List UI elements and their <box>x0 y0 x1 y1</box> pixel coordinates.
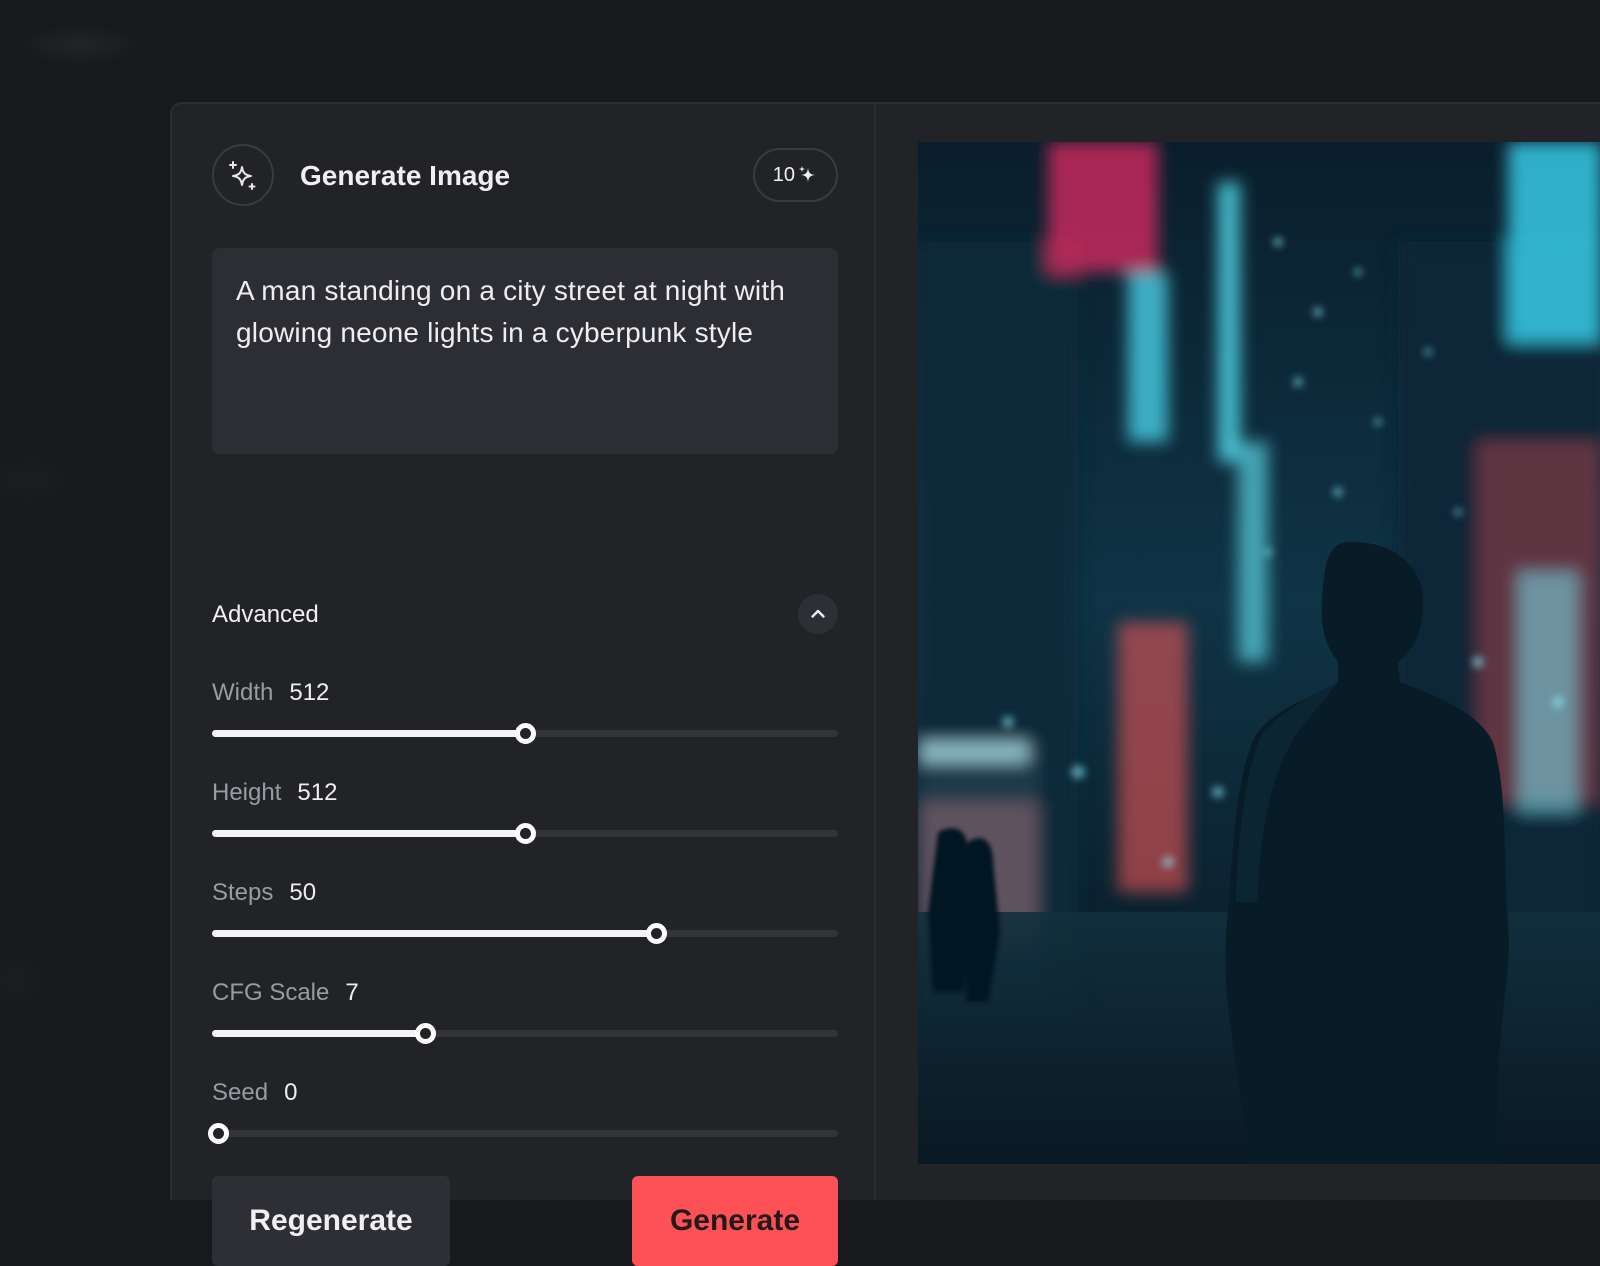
collapse-button[interactable] <box>798 594 838 634</box>
slider-thumb[interactable] <box>515 823 536 844</box>
slider-value: 7 <box>345 979 359 1006</box>
advanced-label: Advanced <box>212 601 319 628</box>
slider-cfg-scale: CFG Scale 7 <box>212 979 838 1049</box>
slider-fill <box>212 930 657 937</box>
slider-label: CFG Scale <box>212 979 330 1006</box>
panel-header: Generate Image 10 <box>212 144 838 208</box>
slider-fill <box>212 1030 425 1037</box>
slider-label: Steps <box>212 879 274 906</box>
settings-column: Generate Image 10 A man standing on a ci… <box>172 104 876 1266</box>
advanced-section-header[interactable]: Advanced <box>212 592 838 638</box>
slider-track[interactable] <box>212 823 838 844</box>
slider-fill <box>212 730 525 737</box>
credits-badge: 10 <box>752 148 838 202</box>
slider-track[interactable] <box>212 1023 838 1044</box>
slider-value: 512 <box>297 779 338 806</box>
slider-label: Seed <box>212 1079 269 1106</box>
credits-count: 10 <box>772 163 795 186</box>
slider-value: 0 <box>284 1079 298 1106</box>
chevron-up-icon <box>811 609 825 618</box>
slider-label: Width <box>212 679 274 706</box>
slider-width: Width 512 <box>212 679 838 749</box>
slider-thumb[interactable] <box>414 1023 436 1044</box>
slider-track[interactable] <box>212 923 838 944</box>
regenerate-button[interactable]: Regenerate <box>212 1176 450 1266</box>
slider-height: Height 512 <box>212 779 838 849</box>
generator-panel: Generate Image 10 A man standing on a ci… <box>170 102 1600 1266</box>
slider-label: Height <box>212 779 282 806</box>
slider-value: 50 <box>289 879 317 906</box>
generated-image-preview <box>918 142 1600 1164</box>
generate-button[interactable]: Generate <box>632 1176 838 1266</box>
sparkles-icon <box>799 166 815 182</box>
page-title: Generate Image <box>300 160 511 191</box>
slider-steps: Steps 50 <box>212 879 838 949</box>
slider-value: 512 <box>289 679 330 706</box>
slider-thumb[interactable] <box>208 1123 229 1144</box>
slider-thumb[interactable] <box>515 723 536 744</box>
prompt-textarea[interactable]: A man standing on a city street at night… <box>212 248 838 454</box>
slider-track[interactable] <box>212 723 838 744</box>
slider-thumb[interactable] <box>646 923 668 944</box>
slider-fill <box>212 830 525 837</box>
slider-track[interactable] <box>208 1123 838 1144</box>
slider-seed: Seed 0 <box>208 1079 838 1149</box>
logo-badge <box>212 144 274 206</box>
sparkles-icon <box>229 161 256 190</box>
cyberpunk-street-image <box>918 142 1600 1164</box>
